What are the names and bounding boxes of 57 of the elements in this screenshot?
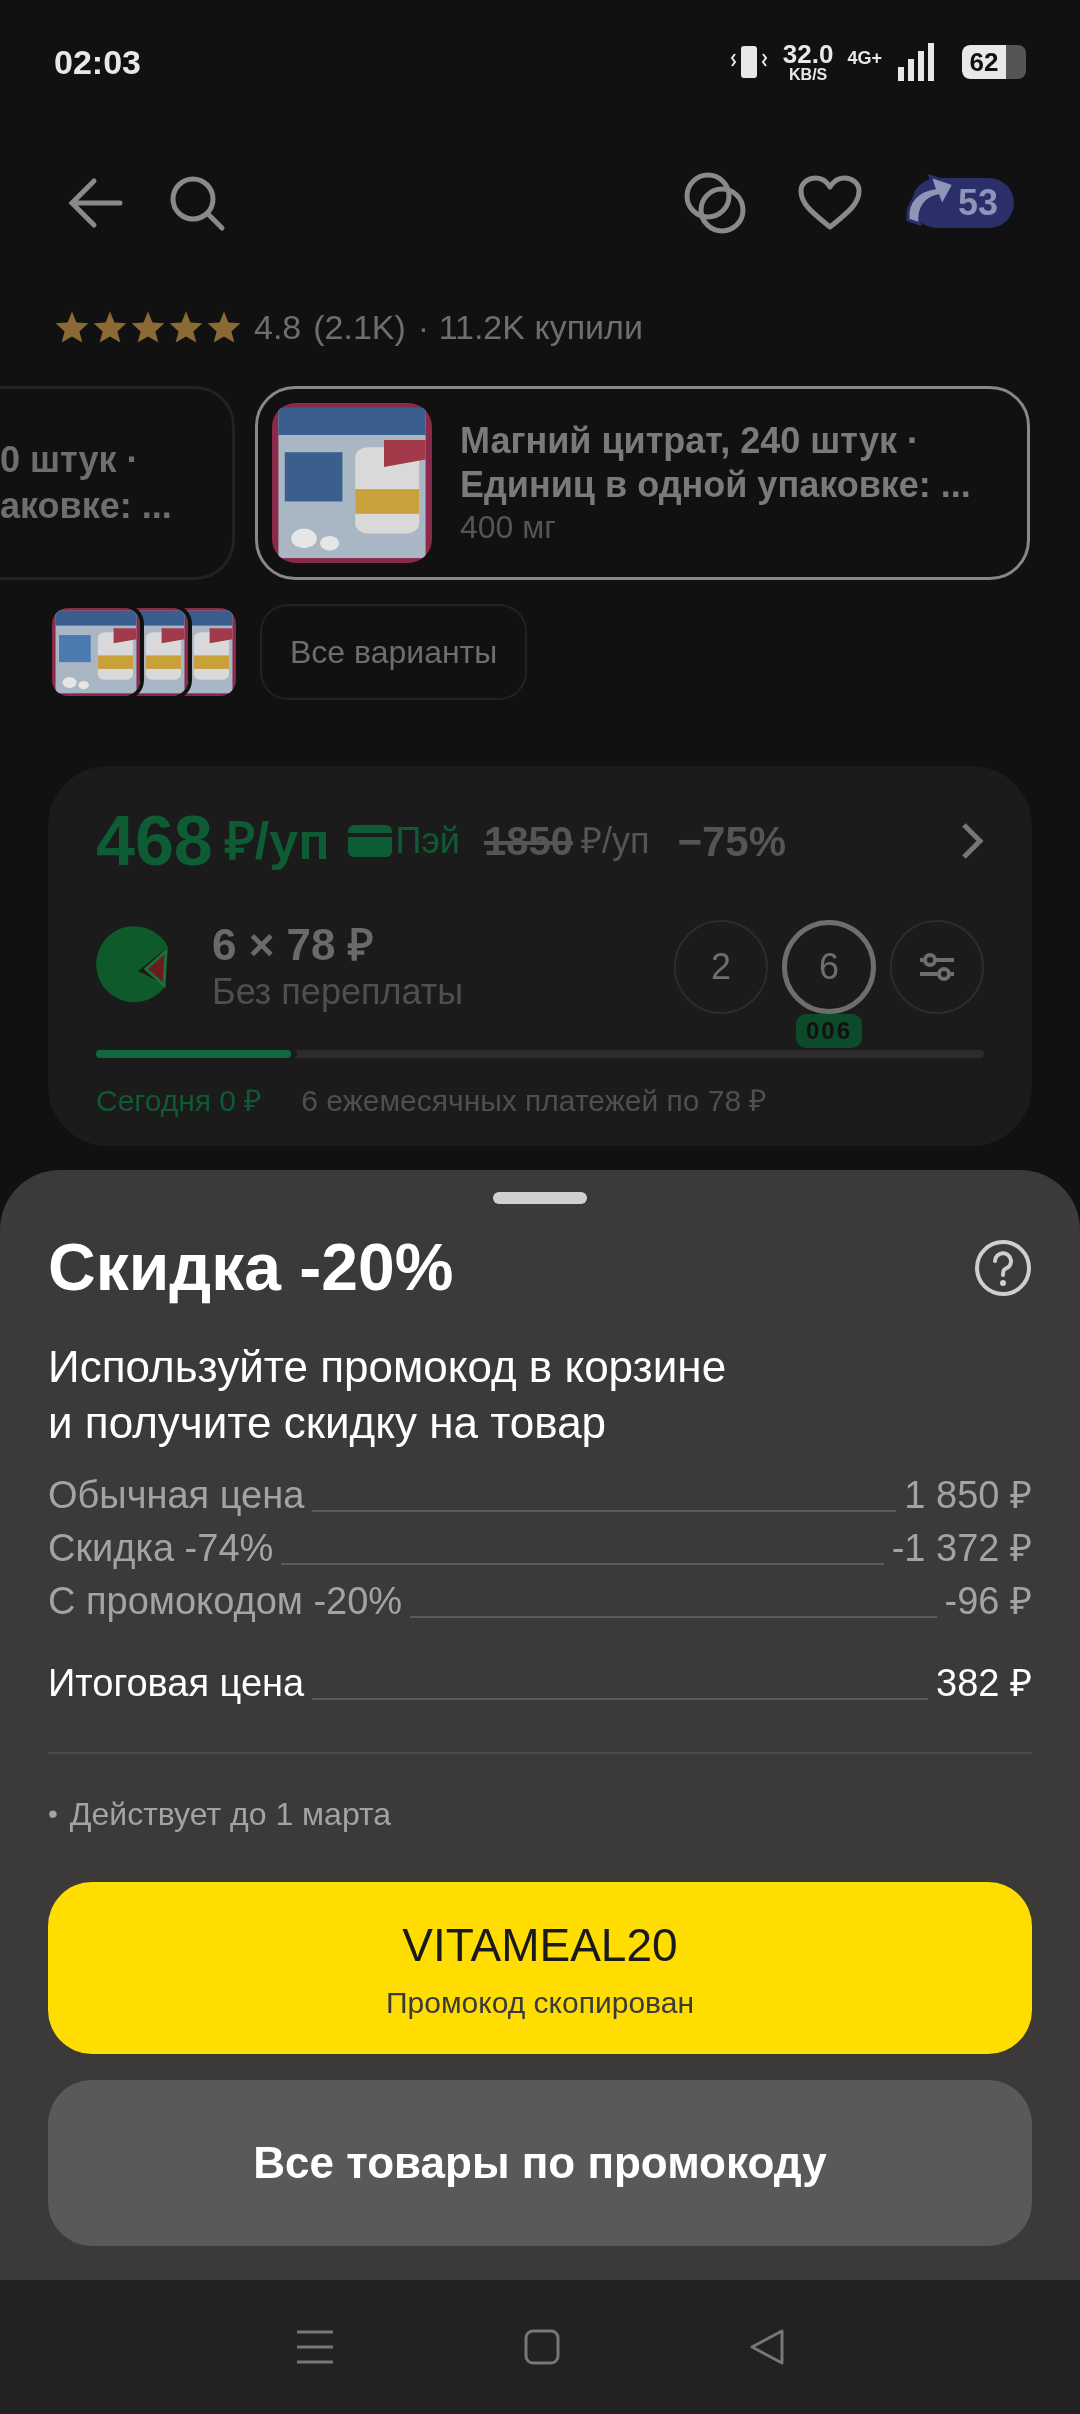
price-unit: ₽/уп (224, 811, 330, 872)
star-icon (54, 310, 90, 344)
price: 468 (96, 806, 213, 876)
chevron-right-icon[interactable] (960, 821, 984, 861)
sheet-title: Скидка -20% (48, 1229, 454, 1306)
filter-icon[interactable] (890, 920, 984, 1014)
star-icon (92, 310, 128, 344)
network-speed: 32.0 (782, 41, 834, 67)
today-amount: Сегодня 0 ₽ (96, 1083, 262, 1119)
variant-card[interactable]: Магний цитрат, 240 штук · Единиц в одной упаковке: ... 400 мг (255, 386, 1030, 580)
network-type: 4G+ (847, 47, 882, 70)
sheet-description: Используйте промокод в корзине и получите скидку на товар (48, 1341, 728, 1449)
bullet: • (48, 1797, 58, 1831)
card-icon (347, 825, 392, 857)
battery-indicator: 62 (962, 45, 1026, 79)
all-promo-products-button[interactable]: Все товары по промокоду (48, 2080, 1032, 2246)
drag-handle[interactable] (493, 1192, 587, 1204)
back-nav-icon[interactable] (749, 2328, 786, 2366)
signal-icon (896, 43, 936, 81)
star-icon (206, 310, 242, 344)
price-row-value: -96 ₽ (944, 1579, 1032, 1624)
term-option[interactable]: 2 (674, 920, 768, 1014)
back-icon[interactable] (66, 177, 124, 229)
home-icon[interactable] (524, 2329, 560, 2365)
price-row-value: 1 850 ₽ (904, 1473, 1032, 1518)
review-count: (2.1K) (313, 306, 406, 348)
star-icon (130, 310, 166, 344)
variant-title: аковке: ... (0, 484, 173, 528)
validity-note: Действует до 1 марта (69, 1795, 392, 1834)
price-row-label: Обычная цена (48, 1473, 305, 1518)
purchase-count: · 11.2K купили (417, 306, 643, 348)
pay-label: Пэй (395, 819, 460, 863)
price-row-label: Скидка -74% (48, 1526, 274, 1571)
price-row-label: Итоговая цена (48, 1661, 305, 1706)
all-variants-button[interactable]: Все варианты (260, 604, 528, 700)
price-row-label: С промокодом -20% (48, 1579, 403, 1624)
search-icon[interactable] (168, 174, 226, 232)
variant-title: Магний цитрат, 240 штук · (460, 419, 920, 463)
help-icon[interactable] (974, 1238, 1032, 1297)
status-time: 02:03 (54, 41, 141, 83)
variant-title: 0 штук · (0, 438, 140, 482)
old-price: 1850 (483, 818, 573, 865)
installment-amount: 6 × 78 ₽ (212, 920, 375, 970)
term-badge: 006 (796, 1014, 862, 1048)
rating-score: 4.8 (254, 306, 302, 348)
variant-title: Единиц в одной упаковке: ... (460, 463, 971, 507)
old-price-unit: ₽/уп (580, 819, 650, 863)
price-row-value: 382 ₽ (936, 1661, 1032, 1706)
menu-icon[interactable] (294, 2329, 335, 2365)
discount-percent: −75% (677, 816, 786, 867)
star-icon (168, 310, 204, 344)
heart-icon[interactable] (797, 175, 862, 231)
variant-card[interactable]: 0 штук · аковке: ... (0, 386, 235, 580)
speed-unit: KB/S (789, 67, 828, 83)
variant-subtitle: 400 мг (460, 508, 557, 547)
promo-code-button[interactable]: VITAMEAL20 Промокод скопирован (48, 1882, 1032, 2054)
price-row-value: -1 372 ₽ (891, 1526, 1032, 1571)
